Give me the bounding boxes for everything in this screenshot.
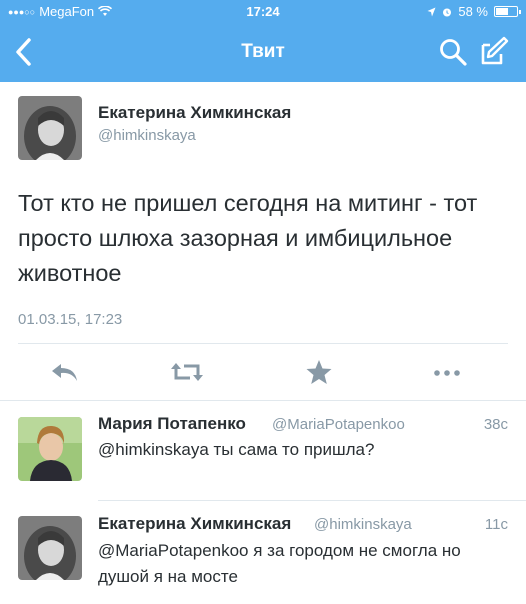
reply-author-handle[interactable]: @MariaPotapenkoo [272,416,405,433]
reply-timestamp: 11с [484,516,508,533]
divider [0,400,526,401]
tweet-timestamp: 01.03.15, 17:23 [18,311,123,328]
author-name[interactable]: Екатерина Химкинская [98,103,291,123]
more-icon[interactable] [430,356,464,388]
location-arrow-icon [427,7,436,16]
alarm-clock-icon [443,8,452,16]
battery-icon [494,6,521,17]
reply-avatar[interactable] [18,417,82,481]
favorite-icon[interactable] [302,356,336,388]
status-bar: ●●●○○ MegaFon 17:24 58 % [0,0,526,22]
divider [18,343,508,344]
reply-avatar[interactable] [18,516,82,580]
reply-icon[interactable] [48,356,82,388]
author-photo [18,96,82,160]
compose-tweet-icon[interactable] [478,35,510,67]
search-icon[interactable] [438,37,468,67]
reply-author-photo [18,516,82,580]
reply-author-name[interactable]: Мария Потапенко [98,414,246,434]
reply-text: @MariaPotapenkoo я за городом не смогла … [98,541,461,586]
nav-bar: Твит [0,22,526,82]
reply-text: @himkinskaya ты сама то пришла? [98,440,375,459]
retweet-icon[interactable] [170,356,204,388]
divider [98,500,526,501]
battery-percent: 58 % [458,4,488,19]
battery-level [496,8,508,15]
reply-author-name[interactable]: Екатерина Химкинская [98,514,291,534]
reply-timestamp: 38с [483,416,508,433]
reply-author-handle[interactable]: @himkinskaya [314,516,412,533]
author-handle[interactable]: @himkinskaya [98,127,196,144]
reply-author-photo [18,417,82,481]
author-avatar[interactable] [18,96,82,160]
tweet-text: Тот кто не пришел сегодня на митинг - то… [18,190,478,286]
